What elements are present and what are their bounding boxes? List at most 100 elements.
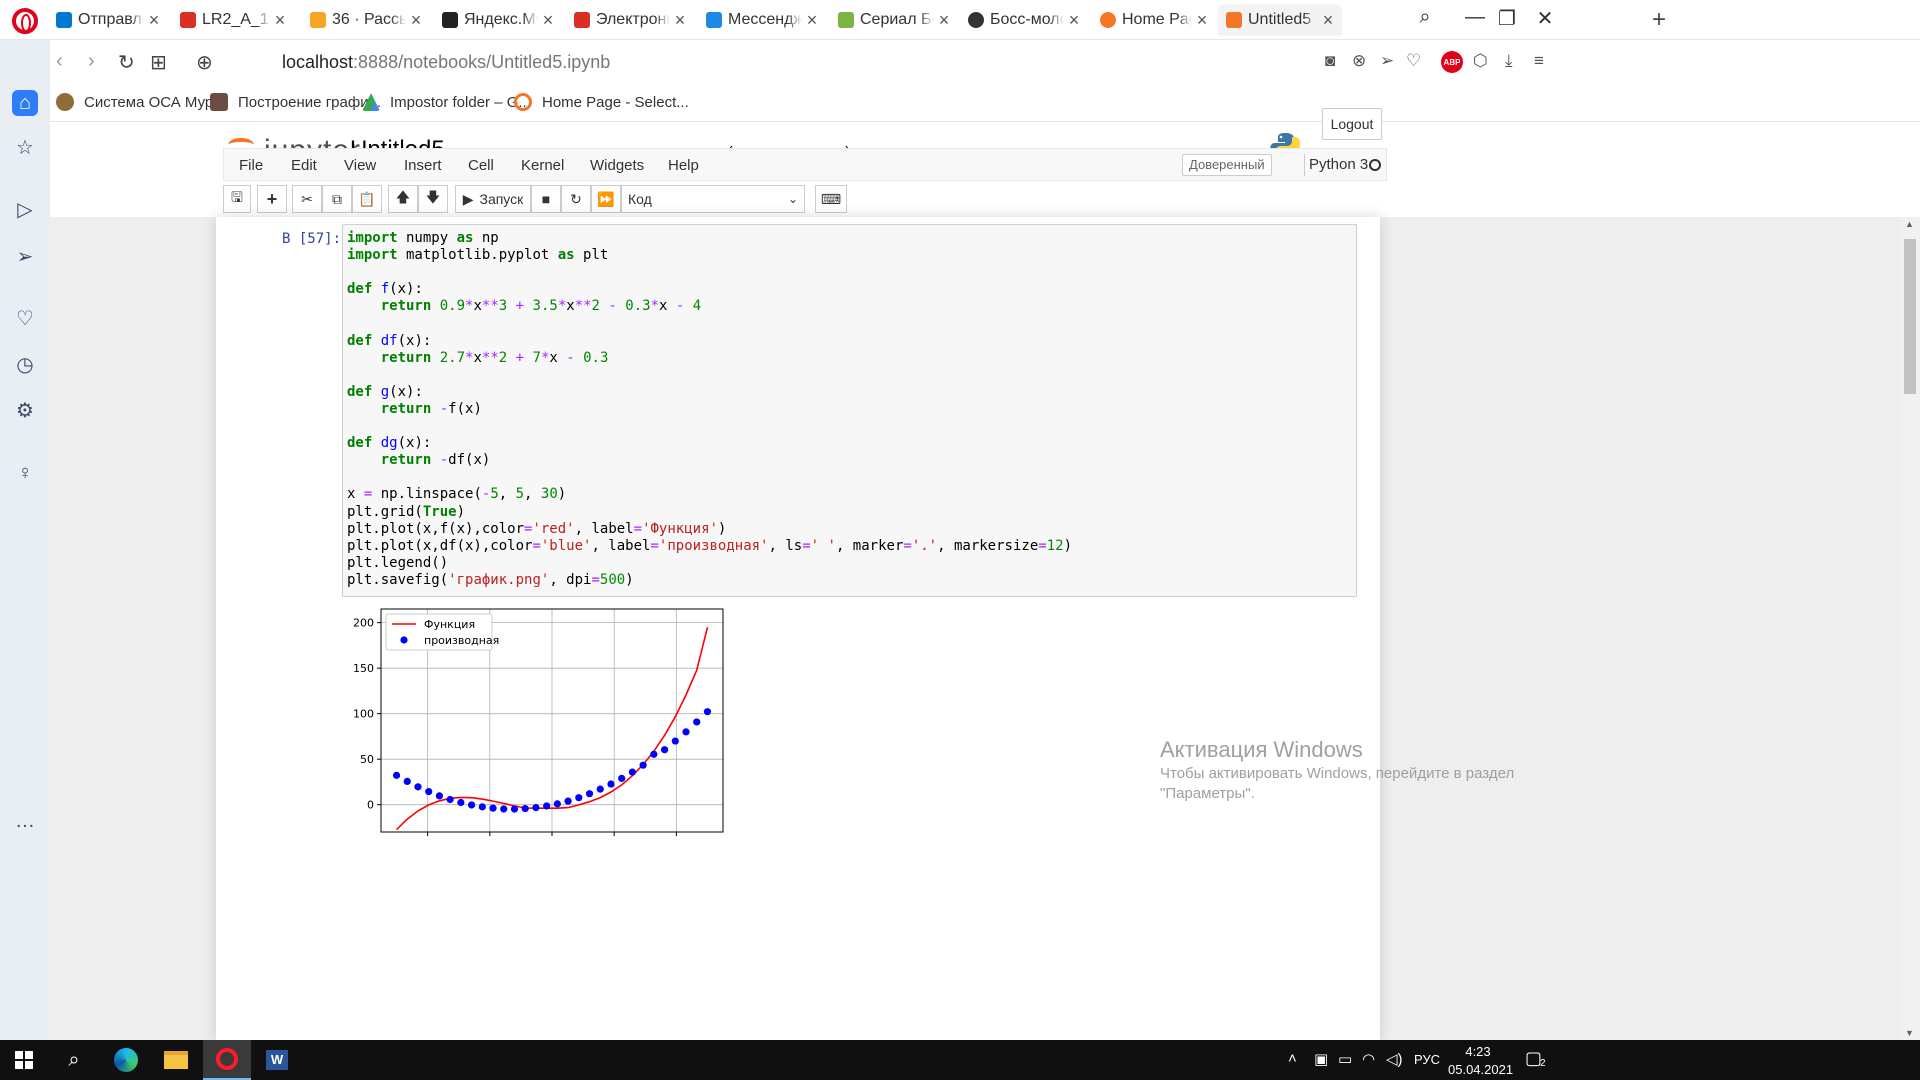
menu-kernel[interactable]: Kernel [521, 157, 564, 174]
history-clock-icon[interactable]: ◷ [12, 352, 38, 378]
reload-icon[interactable]: ↻ [118, 50, 135, 75]
browser-tab[interactable]: LR2_A_19.pdf × [172, 4, 294, 36]
wifi-icon[interactable]: ◠ [1362, 1050, 1375, 1068]
flow-send-icon[interactable]: ➢ [12, 244, 38, 270]
restore-button[interactable]: ❐ [1492, 6, 1522, 31]
word-icon[interactable]: W [253, 1040, 301, 1080]
lightbulb-icon[interactable]: ♀ [12, 460, 38, 486]
menu-view[interactable]: View [344, 157, 376, 174]
logout-button[interactable]: Logout [1322, 108, 1382, 140]
language-indicator[interactable]: РУС [1414, 1052, 1440, 1067]
settings-gear-icon[interactable]: ⚙ [12, 398, 38, 424]
browser-tab[interactable]: Home Page - Select × [1092, 4, 1216, 36]
trusted-indicator[interactable]: Доверенный [1182, 154, 1272, 176]
close-tab-icon[interactable]: × [144, 10, 164, 31]
paste-icon[interactable]: 📋 [352, 185, 382, 213]
back-icon[interactable]: ‹ [56, 50, 63, 73]
volume-icon[interactable]: ◁) [1386, 1050, 1403, 1068]
site-info-icon[interactable]: ⊕ [196, 50, 213, 75]
browser-tab[interactable]: Мессенджер × [698, 4, 826, 36]
browser-tab[interactable]: 36 · Рассылки × [302, 4, 430, 36]
copy-icon[interactable]: ⧉ [322, 185, 352, 213]
close-tab-icon[interactable]: × [538, 10, 558, 31]
block-icon[interactable]: ⊗ [1352, 51, 1366, 71]
scroll-up-icon[interactable]: ▲ [1905, 219, 1914, 229]
y-tick-label: 200 [353, 617, 374, 630]
player-icon[interactable]: ▷ [12, 197, 38, 223]
home-icon[interactable]: ⌂ [12, 90, 38, 116]
code-editor[interactable]: import numpy as np import matplotlib.pypl… [347, 230, 1072, 589]
close-tab-icon[interactable]: × [1318, 10, 1338, 31]
tray-device-icon[interactable]: ▣ [1314, 1050, 1328, 1068]
bookmark-item[interactable]: Система ОСА Мур... [56, 93, 226, 111]
forward-icon[interactable]: › [88, 50, 95, 73]
browser-tab[interactable]: Электроника × [566, 4, 694, 36]
bookmark-item[interactable]: Home Page - Select... [514, 93, 689, 111]
close-tab-icon[interactable]: × [934, 10, 954, 31]
series-point [607, 780, 615, 788]
clock-time[interactable]: 4:23 [1448, 1044, 1508, 1059]
file-explorer-icon[interactable] [152, 1040, 200, 1080]
menu-cell[interactable]: Cell [468, 157, 494, 174]
opera-taskbar-icon[interactable] [203, 1040, 251, 1080]
cut-icon[interactable]: ✂ [292, 185, 322, 213]
more-dots-icon[interactable]: … [12, 808, 38, 834]
move-down-icon[interactable]: 🡇 [418, 185, 448, 213]
menu-help[interactable]: Help [668, 157, 699, 174]
menu-insert[interactable]: Insert [404, 157, 442, 174]
stop-icon[interactable]: ■ [531, 185, 561, 213]
vertical-scrollbar[interactable]: ▲ ▼ [1900, 217, 1920, 1040]
browser-tab[interactable]: Сериал Белый × [830, 4, 958, 36]
bookmark-item[interactable]: Построение графи... [210, 93, 381, 111]
new-tab-button[interactable]: + [1652, 6, 1666, 34]
menu-edit[interactable]: Edit [291, 157, 317, 174]
browser-tab[interactable]: Яндекс.Музыка × [434, 4, 562, 36]
browser-tab-active[interactable]: Untitled5 - Jupyter × [1218, 4, 1342, 36]
add-cell-icon[interactable]: + [257, 185, 287, 213]
heart-icon[interactable]: ♡ [1406, 51, 1421, 71]
menu-file[interactable]: File [239, 157, 263, 174]
battery-icon[interactable]: ▭ [1338, 1050, 1352, 1068]
download-icon[interactable]: ⤓ [1505, 51, 1513, 71]
cell-type-select[interactable]: Код ⌄ [621, 185, 805, 213]
restart-icon[interactable]: ↻ [561, 185, 591, 213]
adblock-icon[interactable]: ABP [1441, 51, 1463, 73]
url-field[interactable]: localhost:8888/notebooks/Untitled5.ipynb [282, 52, 610, 73]
close-tab-icon[interactable]: × [802, 10, 822, 31]
bookmarks-icon[interactable]: ☆ [12, 135, 38, 161]
edge-icon[interactable] [102, 1040, 150, 1080]
close-tab-icon[interactable]: × [406, 10, 426, 31]
scroll-down-icon[interactable]: ▼ [1905, 1028, 1914, 1038]
fast-forward-icon[interactable]: ⏩ [591, 185, 621, 213]
series-point [435, 792, 444, 800]
cube-icon[interactable]: ⬡ [1473, 51, 1488, 71]
hd-favicon-icon [838, 12, 854, 28]
run-button[interactable]: ▶ Запуск [455, 185, 531, 213]
send-icon[interactable]: ➢ [1380, 51, 1394, 71]
opera-logo-icon[interactable] [12, 8, 38, 34]
browser-tab[interactable]: Босс-молокосос × [960, 4, 1088, 36]
close-tab-icon[interactable]: × [670, 10, 690, 31]
keyboard-icon[interactable]: ⌨ [815, 185, 847, 213]
save-icon[interactable]: 🖫 [223, 185, 251, 213]
menu-widgets[interactable]: Widgets [590, 157, 644, 174]
clock-date[interactable]: 05.04.2021 [1448, 1062, 1513, 1077]
code-cell[interactable]: import numpy as np import matplotlib.pypl… [342, 224, 1357, 597]
search-tabs-icon[interactable]: ⌕ [1410, 6, 1440, 29]
search-icon[interactable]: ⌕ [50, 1040, 98, 1080]
move-up-icon[interactable]: 🡅 [388, 185, 418, 213]
bookmark-item[interactable]: Impostor folder – G... [362, 93, 531, 111]
close-window-button[interactable]: ✕ [1530, 6, 1560, 31]
minimize-button[interactable]: — [1460, 6, 1490, 29]
close-tab-icon[interactable]: × [1192, 10, 1212, 31]
scrollbar-thumb[interactable] [1904, 239, 1916, 394]
tray-chevron-icon[interactable]: ˄ [1288, 1050, 1297, 1067]
start-button[interactable] [0, 1040, 48, 1080]
menu-icon[interactable]: ≡ [1534, 51, 1544, 71]
close-tab-icon[interactable]: × [1064, 10, 1084, 31]
close-tab-icon[interactable]: × [270, 10, 290, 31]
snapshot-icon[interactable]: ◙ [1325, 51, 1335, 71]
favorites-heart-icon[interactable]: ♡ [12, 306, 38, 332]
tab-grid-icon[interactable]: ⊞ [150, 50, 167, 75]
browser-tab[interactable]: Отправленные × [48, 4, 168, 36]
